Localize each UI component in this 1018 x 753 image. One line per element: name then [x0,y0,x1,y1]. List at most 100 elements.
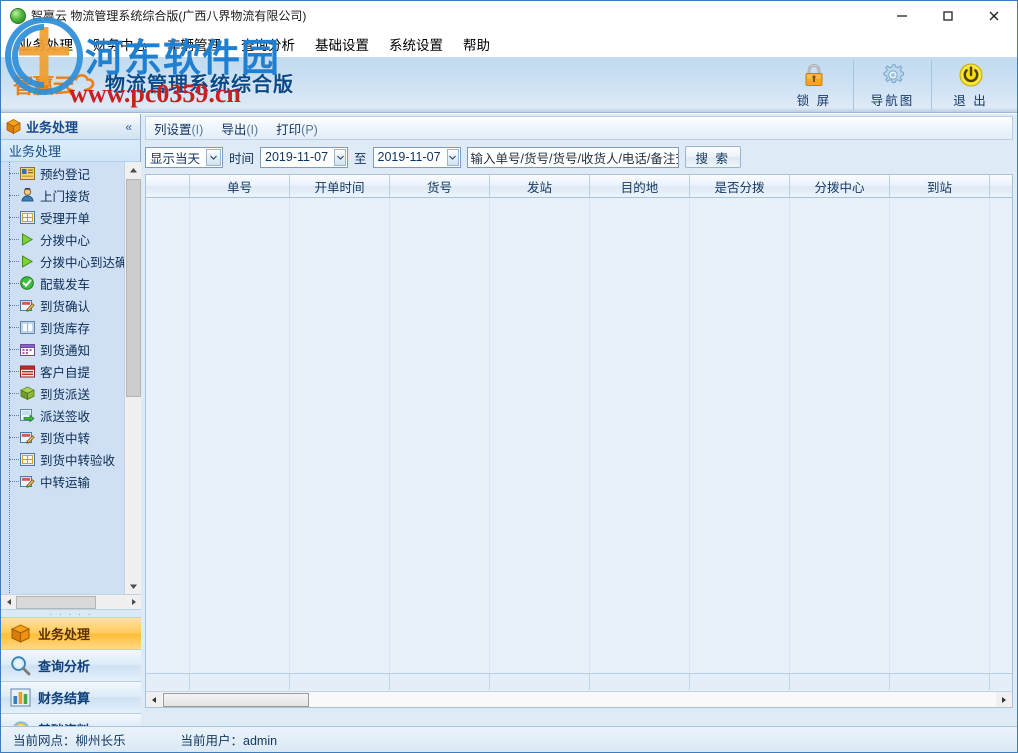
chevron-down-icon[interactable] [206,148,221,166]
scroll-right-icon[interactable] [996,692,1012,707]
grid-column-body [490,198,590,674]
sidebar-group-label: 业务处理 [9,144,62,159]
sidebar-tree-item-label: 到货通知 [40,343,91,358]
sidebar-category-2[interactable]: 查询分析 [1,650,141,682]
date-from-picker[interactable]: 2019-11-07 [260,146,349,168]
menu-item-system-settings[interactable]: 系统设置 [379,31,453,57]
sidebar-tree-item[interactable]: 中转运输 [1,470,124,492]
title-bar: 智赢云 物流管理系统综合版(广西八界物流有限公司) [1,1,1017,30]
scroll-left-icon[interactable] [1,595,16,609]
grid-summary-cell [190,674,290,690]
sidebar-tree-item[interactable]: 到货中转验收 [1,448,124,470]
tree-connector [9,393,19,394]
grid-column-header[interactable]: 到站 [890,175,990,197]
sidebar-tree-item[interactable]: 到货中转 [1,426,124,448]
column-settings-button[interactable]: 列设置(I) [154,119,203,138]
grid-column-header[interactable]: 发站 [490,175,590,197]
box-red-icon [19,364,35,379]
grid-column-header-label: 分拨中心 [814,180,865,195]
grid-column-header[interactable]: 开单时间 [290,175,390,197]
grid-column-body [690,198,790,674]
tree-connector [9,305,19,306]
pencil-note-icon [19,474,35,489]
form-icon [19,210,35,225]
grid-column-header[interactable]: 是否分拨 [690,175,790,197]
sidebar-tree-item[interactable]: 到货通知 [1,338,124,360]
minimize-button[interactable] [879,1,925,30]
grid-summary-cell [690,674,790,690]
grid-column-body [590,198,690,674]
status-bar: 当前网点：柳州长乐 当前用户：admin [1,726,1017,752]
close-button[interactable] [971,1,1017,30]
print-label: 打印 [276,122,302,137]
scroll-thumb[interactable] [126,179,141,397]
sidebar-tree-item[interactable]: 分拨中心到达确 [1,250,124,272]
exit-button[interactable]: 退 出 [931,60,1009,110]
date-range-select[interactable]: 显示当天 [145,146,223,168]
search-input[interactable]: 输入单号/货号/货号/收货人/电话/备注查 [466,146,679,168]
sidebar-tree-item-label: 分拨中心到达确 [40,255,124,270]
print-button[interactable]: 打印(P) [276,119,318,138]
date-to-picker[interactable]: 2019-11-07 [372,146,461,168]
grid-column-header[interactable] [990,175,1017,197]
date-from-value: 2019-11-07 [265,150,329,164]
grid-column-header[interactable] [146,175,190,197]
sidebar-tree-item[interactable]: 上门接货 [1,184,124,206]
sidebar-tree-item[interactable]: 分拨中心 [1,228,124,250]
grid-column-header[interactable]: 单号 [190,175,290,197]
grid-summary-cell [790,674,890,690]
export-label: 导出 [221,122,247,137]
menu-item-basic-settings[interactable]: 基础设置 [305,31,379,57]
grid-column-header[interactable]: 货号 [390,175,490,197]
grid-column-header[interactable]: 分拨中心 [790,175,890,197]
sidebar-tree-horizontal-scrollbar[interactable] [1,594,141,609]
scroll-up-icon[interactable] [125,162,141,179]
app-globe-icon [10,7,26,24]
menu-item-vehicle[interactable]: 车辆管理 [157,31,231,57]
scroll-right-icon[interactable] [126,595,141,609]
chevron-down-icon[interactable] [446,148,459,166]
date-to-value: 2019-11-07 [377,150,441,164]
id-card-icon [19,166,35,181]
scroll-thumb-horizontal[interactable] [16,595,96,609]
to-label: 至 [354,151,367,166]
sidebar-tree-item[interactable]: 派送签收 [1,404,124,426]
lock-screen-button[interactable]: 锁 屏 [775,60,853,110]
sidebar-tree-item[interactable]: 配载发车 [1,272,124,294]
navigation-map-button[interactable]: 导航图 [853,60,931,110]
grid-horizontal-scrollbar[interactable] [146,691,1012,707]
sidebar-category-3[interactable]: 财务结算 [1,682,141,714]
grid-summary-cell [490,674,590,690]
sidebar-tree-item[interactable]: 受理开单 [1,206,124,228]
sidebar-tree-item[interactable]: 预约登记 [1,162,124,184]
scroll-thumb-horizontal[interactable] [163,692,309,707]
search-button[interactable]: 搜 索 [684,146,742,168]
menu-item-query[interactable]: 查询分析 [231,31,305,57]
command-toolbar: 列设置(I) 导出(I) 打印(P) [145,116,1013,140]
grid-column-body [790,198,890,674]
menu-item-help[interactable]: 帮助 [453,31,500,57]
sidebar-tree-item[interactable]: 到货确认 [1,294,124,316]
sidebar-splitter[interactable]: · · · · · [1,609,141,619]
menu-item-finance[interactable]: 财务中心 [83,31,157,57]
scroll-down-icon[interactable] [125,578,141,595]
export-button[interactable]: 导出(I) [221,119,258,138]
sidebar-tree-item[interactable]: 到货库存 [1,316,124,338]
menu-item-business[interactable]: 业务处理 [9,31,83,57]
chevron-down-icon[interactable] [334,148,347,166]
sidebar-tree-item[interactable]: 客户自提 [1,360,124,382]
sidebar-tree-vertical-scrollbar[interactable] [124,162,141,595]
tree-connector [9,239,19,240]
scroll-left-icon[interactable] [146,692,162,707]
grid-column-header[interactable]: 目的地 [590,175,690,197]
sidebar-category-1[interactable]: 业务处理 [1,618,141,650]
maximize-button[interactable] [925,1,971,30]
arrow-green-icon [19,408,35,423]
sidebar-header-title: 业务处理 [26,120,79,135]
grid-body[interactable] [146,198,1012,674]
sidebar-collapse-icon[interactable]: « [125,120,136,134]
scroll-track[interactable] [309,692,996,707]
magnifier-icon [9,655,31,677]
tree-connector [9,371,19,372]
sidebar-tree-item[interactable]: 到货派送 [1,382,124,404]
